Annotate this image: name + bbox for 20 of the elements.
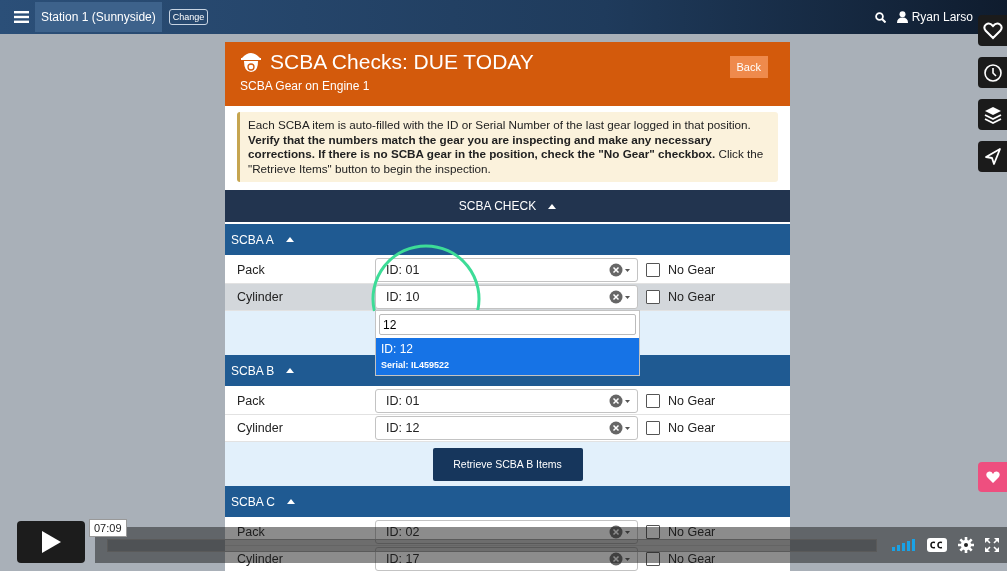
time-tooltip: 07:09 bbox=[89, 519, 127, 537]
item-label: Pack bbox=[236, 525, 266, 540]
item-label: Pack bbox=[236, 394, 266, 409]
item-label: Cylinder bbox=[236, 290, 284, 305]
select-value: ID: 01 bbox=[386, 263, 420, 278]
select-value: ID: 10 bbox=[386, 290, 420, 305]
item-label: Cylinder bbox=[236, 552, 284, 567]
group-title: SCBA A bbox=[231, 232, 274, 247]
item-label: Cylinder bbox=[236, 421, 284, 436]
group-title: SCBA C bbox=[231, 494, 275, 509]
select-value: ID: 12 bbox=[386, 421, 420, 436]
select-value: ID: 02 bbox=[386, 525, 420, 540]
page-title: SCBA Checks: DUE TODAY bbox=[270, 50, 534, 74]
section-title: SCBA CHECK bbox=[458, 199, 537, 214]
item-label: Pack bbox=[236, 263, 266, 278]
group-title: SCBA B bbox=[231, 363, 275, 378]
instructions-text: Each SCBA item is auto-filled with the ID or Serial Number of the last gear logged in that position. Verify that the numbers match the gear you are inspecting and make any necessary corrections. If there is no SCBA gear in the position, check the "No Gear" checkbox. Click the "Retrieve Items" button to begin the inspection. bbox=[237, 112, 778, 183]
select-value: ID: 01 bbox=[386, 394, 420, 409]
page-subtitle: SCBA Gear on Engine 1 bbox=[240, 79, 371, 93]
select-value: ID: 17 bbox=[386, 552, 420, 567]
